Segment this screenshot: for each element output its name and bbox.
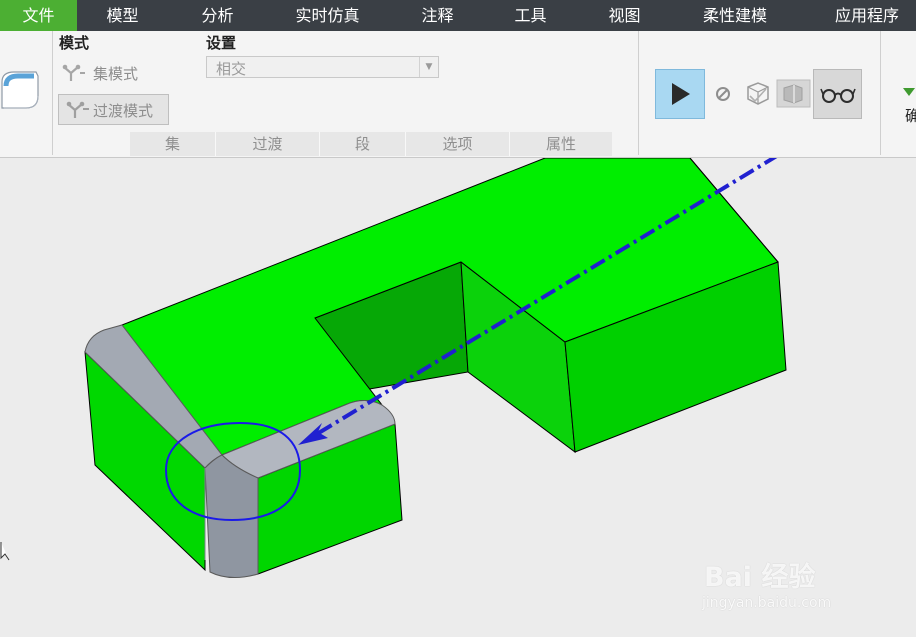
settings-heading: 设置 — [206, 34, 237, 52]
feature-preview-icon[interactable] — [776, 79, 812, 109]
round-feature-icon[interactable] — [0, 68, 44, 118]
menu-bar: 文件 模型 分析 实时仿真 注释 工具 视图 柔性建模 应用程序 — [0, 0, 916, 31]
transition-mode-label: 过渡模式 — [93, 102, 154, 120]
sub-tabs: 集 过渡 段 选项 属性 — [130, 132, 612, 156]
pause-no-icon[interactable] — [714, 85, 732, 103]
tab-set[interactable]: 集 — [130, 132, 216, 156]
watermark-brand: Bai 经验 — [704, 562, 816, 593]
tab-options[interactable]: 选项 — [406, 132, 510, 156]
transition-mode-icon — [66, 101, 89, 118]
settings-dropdown[interactable]: 相交 ▼ — [206, 56, 439, 78]
glasses-icon — [820, 88, 856, 103]
verify-glasses-button[interactable] — [813, 69, 862, 119]
ribbon-separator — [52, 31, 53, 155]
ribbon-separator — [880, 31, 881, 155]
menu-live-sim[interactable]: 实时仿真 — [280, 0, 375, 31]
menu-model[interactable]: 模型 — [85, 0, 160, 31]
transition-mode-button[interactable]: 过渡模式 — [58, 94, 169, 125]
mode-heading: 模式 — [59, 34, 90, 52]
preview-play-button[interactable] — [655, 69, 705, 119]
watermark-url: jingyan.baidu.com — [702, 595, 832, 611]
chevron-down-icon[interactable]: ▼ — [419, 57, 438, 77]
settings-dropdown-value: 相交 — [216, 60, 247, 78]
menu-view[interactable]: 视图 — [587, 0, 662, 31]
menu-flexible[interactable]: 柔性建模 — [690, 0, 780, 31]
ribbon: 模式 集模式 过渡模式 设置 相交 ▼ 集 过渡 段 选项 属性 确 — [0, 31, 916, 158]
set-mode-icon — [62, 64, 85, 81]
tab-properties[interactable]: 属性 — [510, 132, 612, 156]
menu-applications[interactable]: 应用程序 — [818, 0, 916, 31]
confirm-check-icon[interactable] — [902, 86, 916, 98]
cursor-icon — [0, 542, 10, 561]
tab-transition[interactable]: 过渡 — [216, 132, 320, 156]
ok-button-label[interactable]: 确 — [905, 105, 916, 126]
ribbon-separator — [638, 31, 639, 155]
geometry-check-icon[interactable] — [744, 81, 772, 107]
menu-analysis[interactable]: 分析 — [180, 0, 255, 31]
menu-file[interactable]: 文件 — [0, 0, 77, 31]
play-icon — [672, 83, 690, 105]
menu-annotate[interactable]: 注释 — [400, 0, 475, 31]
menu-tools[interactable]: 工具 — [493, 0, 568, 31]
set-mode-label: 集模式 — [93, 65, 139, 83]
tab-segment[interactable]: 段 — [320, 132, 406, 156]
set-mode-option[interactable]: 集模式 — [61, 62, 161, 84]
